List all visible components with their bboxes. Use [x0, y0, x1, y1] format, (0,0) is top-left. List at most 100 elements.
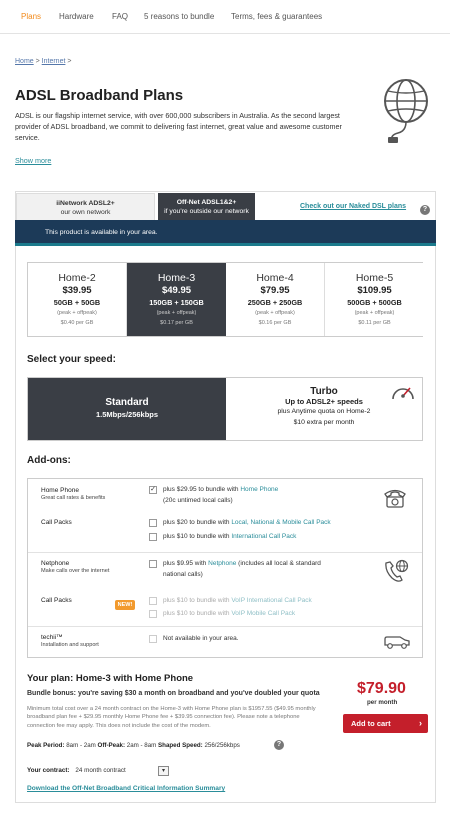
plan-note: (peak + offpeak): [57, 310, 97, 316]
add-to-cart-button[interactable]: Add to cart ›: [343, 714, 428, 733]
offpeak-label: Off-Peak:: [97, 742, 126, 749]
netphone-option-line2: national calls): [163, 571, 203, 578]
voip-mobile-link[interactable]: VoIP Mobile Call Pack: [231, 610, 295, 617]
nav-faq[interactable]: FAQ: [112, 12, 128, 21]
nav-reasons-to-bundle[interactable]: 5 reasons to bundle: [144, 12, 214, 21]
plan-quota: 150GB + 150GB: [149, 298, 204, 307]
netphone-link[interactable]: Netphone: [208, 560, 236, 567]
call-pack-local-checkbox[interactable]: [149, 519, 157, 527]
minimum-cost-text: Minimum total cost over a 24 month contr…: [27, 706, 316, 729]
breadcrumb: Home > Internet >: [15, 58, 71, 65]
netphone-checkbox[interactable]: [149, 560, 157, 568]
page-title: ADSL Broadband Plans: [15, 87, 184, 104]
breadcrumb-home[interactable]: Home: [15, 58, 34, 65]
peak-value: 8am - 2am: [64, 742, 98, 749]
plan-card-home-3[interactable]: Home-3 $49.95 150GB + 150GB (peak + offp…: [127, 263, 226, 336]
van-icon: [384, 636, 410, 649]
shaped-label: Shaped Speed:: [158, 742, 203, 749]
shaped-value: 256/256kbps: [202, 742, 240, 749]
plan-note: (peak + offpeak): [354, 310, 395, 316]
show-more-link[interactable]: Show more: [15, 156, 51, 165]
plan-note: (peak + offpeak): [156, 310, 197, 316]
option-text: plus $29.95 to bundle with: [163, 486, 241, 493]
help-icon[interactable]: ?: [420, 205, 430, 215]
call-pack-intl-checkbox[interactable]: [149, 533, 157, 541]
speed-selector: Standard 1.5Mbps/256kbps Turbo Up to ADS…: [27, 377, 423, 441]
voip-intl-checkbox[interactable]: [149, 597, 157, 605]
speed-heading: Select your speed:: [27, 354, 116, 365]
plan-per-gb: $0.16 per GB: [258, 320, 292, 326]
plan-card-home-2[interactable]: Home-2 $39.95 50GB + 50GB (peak + offpea…: [28, 263, 127, 336]
netphone-option: plus $9.95 with Netphone (includes all l…: [163, 559, 321, 568]
speed-turbo-note: plus Anytime quota on Home-2: [277, 408, 371, 415]
call-pack-local-link[interactable]: Local, National & Mobile Call Pack: [231, 519, 330, 526]
breadcrumb-internet[interactable]: Internet: [42, 58, 66, 65]
tab-offnet[interactable]: Off-Net ADSL1&2+ if you're outside our n…: [158, 193, 255, 220]
plan-price: $79.95: [260, 285, 290, 296]
plan-summary-title: Your plan: Home-3 with Home Phone: [27, 673, 194, 684]
naked-dsl-link[interactable]: Check out our Naked DSL plans: [300, 203, 406, 210]
nav-hardware[interactable]: Hardware: [59, 12, 94, 21]
peak-label: Peak Period:: [27, 742, 65, 749]
intro-text: ADSL is our flagship internet service, w…: [15, 111, 342, 142]
top-nav: Plans Hardware FAQ 5 reasons to bundle T…: [0, 0, 450, 34]
voip-mobile-checkbox[interactable]: [149, 610, 157, 618]
plan-card-home-5[interactable]: Home-5 $109.95 500GB + 500GB (peak + off…: [325, 263, 424, 336]
home-phone-option: plus $29.95 to bundle with Home Phone: [163, 485, 278, 494]
availability-bar: This product is available in your area.: [15, 220, 436, 246]
addons-box: Home Phone Great call rates & benefits ✓…: [27, 478, 423, 658]
home-phone-link[interactable]: Home Phone: [240, 486, 278, 493]
tab-offnet-sub: if you're outside our network: [164, 208, 249, 215]
cis-download-link[interactable]: Download the Off-Net Broadband Critical …: [27, 785, 225, 792]
tab-iinetwork[interactable]: iiNetwork ADSL2+ our own network: [16, 193, 155, 220]
addon-netphone: Netphone Make calls over the internet pl…: [28, 553, 422, 627]
plan-quota: 500GB + 500GB: [347, 298, 402, 307]
option-text: plus $10 to bundle with: [163, 610, 232, 617]
offpeak-value: 2am - 8am: [125, 742, 159, 749]
plan-per-gb: $0.17 per GB: [160, 320, 193, 326]
option-text: plus $20 to bundle with: [163, 519, 232, 526]
voip-intl-option: plus $10 to bundle with VoIP Internation…: [163, 596, 312, 605]
addon-title: Home Phone: [41, 487, 79, 494]
addon-techii: techii™ Installation and support Not ava…: [28, 627, 422, 657]
tab-iinetwork-title: iiNetwork ADSL2+: [56, 200, 115, 207]
nav-plans[interactable]: Plans: [21, 12, 41, 21]
plan-name: Home-4: [256, 272, 294, 284]
contract-dropdown-icon[interactable]: ▾: [158, 766, 169, 776]
per-month-label: per month: [367, 699, 398, 706]
speed-option-standard[interactable]: Standard 1.5Mbps/256kbps: [28, 378, 226, 440]
contract-value[interactable]: 24 month contract: [75, 767, 125, 774]
call-pack-local-option: plus $20 to bundle with Local, National …: [163, 518, 331, 527]
home-phone-checkbox[interactable]: ✓: [149, 486, 157, 494]
techii-option: Not available in your area.: [163, 635, 239, 642]
voip-intl-link[interactable]: VoIP International Call Pack: [231, 597, 311, 604]
new-badge: NEW!: [115, 600, 135, 610]
addon-title: Call Packs: [41, 597, 72, 604]
plan-name: Home-5: [355, 272, 394, 284]
voip-mobile-option: plus $10 to bundle with VoIP Mobile Call…: [163, 609, 295, 618]
breadcrumb-sep: >: [33, 58, 42, 65]
techii-checkbox: [149, 635, 157, 643]
plan-price: $39.95: [62, 285, 92, 296]
call-pack-intl-link[interactable]: International Call Pack: [231, 533, 296, 540]
speed-turbo-price: $10 extra per month: [293, 419, 355, 426]
total-price: $79.90: [357, 680, 406, 697]
plan-card-home-4[interactable]: Home-4 $79.95 250GB + 250GB (peak + offp…: [226, 263, 325, 336]
addon-home-phone: Home Phone Great call rates & benefits ✓…: [28, 479, 422, 553]
bundle-bonus: Bundle bonus: you're saving $30 a month …: [27, 690, 320, 697]
nav-terms[interactable]: Terms, fees & guarantees: [231, 12, 322, 21]
speed-standard-title: Standard: [105, 397, 149, 408]
option-text: plus $9.95 with: [163, 560, 209, 567]
netphone-icon: [385, 559, 409, 582]
plan-quota: 250GB + 250GB: [247, 298, 303, 307]
home-phone-note: (20c untimed local calls): [163, 497, 233, 504]
call-pack-intl-option: plus $10 to bundle with International Ca…: [163, 532, 296, 541]
addon-sub: Make calls over the internet: [41, 568, 110, 574]
option-text: (includes all local & standard: [236, 560, 321, 567]
addon-title: Call Packs: [41, 519, 72, 526]
availability-text: This product is available in your area.: [45, 229, 158, 236]
option-text: plus $10 to bundle with: [163, 597, 232, 604]
plan-per-gb: $0.11 per GB: [358, 320, 391, 326]
speed-standard-sub: 1.5Mbps/256kbps: [95, 410, 159, 419]
help-icon[interactable]: ?: [274, 740, 284, 750]
